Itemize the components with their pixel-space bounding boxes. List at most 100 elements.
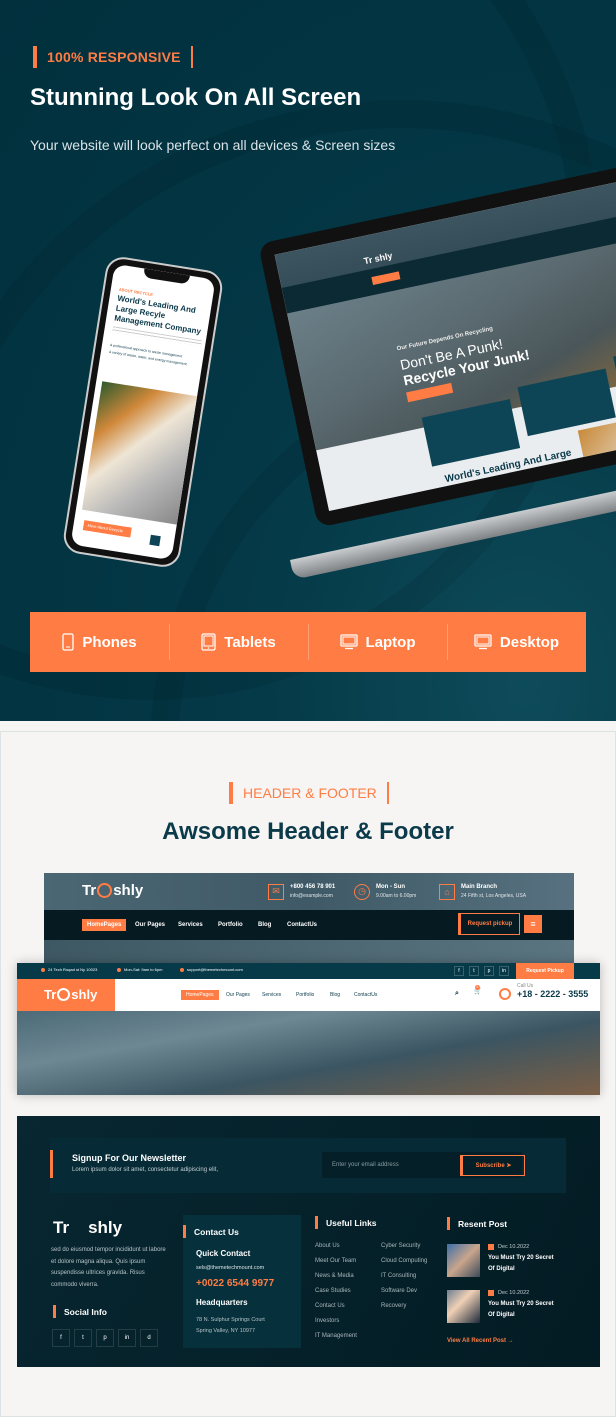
footer-link[interactable]: Cyber Security <box>381 1243 420 1249</box>
recent-post[interactable]: Dec 10.2022 You Must Try 20 Secret Of Di… <box>447 1290 556 1323</box>
newsletter-title: Signup For Our Newsletter <box>72 1153 187 1163</box>
nav-our-pages[interactable]: Our Pages <box>135 922 165 928</box>
hero-title: Stunning Look On All Screen <box>30 84 362 111</box>
mail-icon: ✉ <box>268 883 284 900</box>
nav-contactus[interactable]: ContactUs <box>354 992 377 998</box>
facebook-icon[interactable]: f <box>454 966 464 976</box>
date-text: Dec 10.2022 <box>498 1244 530 1250</box>
subscribe-button[interactable]: Subscribe ➤ <box>460 1155 525 1176</box>
tagline-text: 100% RESPONSIVE <box>47 49 181 65</box>
phone-call-icon <box>499 988 511 1000</box>
device-tablets[interactable]: Tablets <box>169 612 308 672</box>
recent-post[interactable]: Dec 10.2022 You Must Try 20 Secret Of Di… <box>447 1244 556 1277</box>
post-title[interactable]: You Must Try 20 Secret Of Digital <box>488 1253 556 1275</box>
twitter-icon[interactable]: t <box>74 1329 92 1347</box>
facebook-icon[interactable]: f <box>52 1329 70 1347</box>
contact-email[interactable]: sels@themetechmount.com <box>196 1265 264 1271</box>
contact-phone[interactable]: +0022 6544 9977 <box>196 1278 274 1289</box>
nav-contactus[interactable]: ContactUs <box>287 922 317 928</box>
view-all-posts-link[interactable]: View All Recent Post → <box>447 1338 514 1344</box>
phone-photo <box>81 381 198 525</box>
recycle-icon <box>97 883 113 898</box>
device-phones[interactable]: Phones <box>30 612 169 672</box>
device-desktop[interactable]: Desktop <box>447 612 586 672</box>
hamburger-menu-icon[interactable]: ≡ <box>524 915 542 933</box>
headquarters-address: 78 N. Sulphur Springs Court Spring Valley… <box>196 1315 265 1337</box>
address-line: 78 N. Sulphur Springs Court <box>196 1317 265 1323</box>
calendar-icon <box>488 1290 494 1296</box>
newsletter-desc: Lorem ipsum dolor sit amet, consectetur … <box>72 1167 219 1173</box>
accent-bar <box>229 782 233 804</box>
map-icon: ⌂ <box>439 883 455 900</box>
useful-links-heading: Useful Links <box>315 1216 377 1229</box>
twitter-icon[interactable]: t <box>469 966 479 976</box>
location-icon <box>41 967 45 972</box>
device-laptop[interactable]: Laptop <box>308 612 447 672</box>
pinterest-icon[interactable]: p <box>484 966 494 976</box>
section2-title: Awsome Header & Footer <box>162 818 454 845</box>
header1-info-contact: ✉ +800 456 78 901 info@example.com <box>268 883 335 900</box>
request-pickup-button[interactable]: Request pickup <box>458 913 520 935</box>
footer-link[interactable]: Recovery <box>381 1303 406 1309</box>
footer-link[interactable]: Case Studies <box>315 1288 351 1294</box>
date-text: Dec 10.2022 <box>498 1290 530 1296</box>
nav-blog[interactable]: Blog <box>330 992 340 998</box>
footer-link[interactable]: Meet Our Team <box>315 1258 356 1264</box>
nav-portfolio[interactable]: Portfolio <box>218 922 243 928</box>
info-line1: Mon - Sun <box>376 884 405 890</box>
nav-portfolio[interactable]: Portfolio <box>296 992 314 998</box>
info-line2: 9.00am to 6.00pm <box>376 893 417 899</box>
phone-icon <box>62 633 75 651</box>
footer-link[interactable]: Software Dev <box>381 1288 417 1294</box>
footer-link[interactable]: Cloud Computing <box>381 1258 427 1264</box>
footer-link[interactable]: Contact Us <box>315 1303 345 1309</box>
accent-bar <box>190 46 193 68</box>
nav-homepages[interactable]: HomePages <box>181 990 219 1000</box>
clock-icon <box>117 967 121 972</box>
heading-text: Useful Links <box>326 1217 377 1228</box>
footer-link[interactable]: News & Media <box>315 1273 354 1279</box>
header2-logo[interactable]: Tr shly <box>44 987 97 1002</box>
heading-text: Resent Post <box>458 1218 508 1229</box>
search-icon[interactable]: ⌕ <box>455 990 459 998</box>
footer-link[interactable]: IT Consulting <box>381 1273 416 1279</box>
nav-our-pages[interactable]: Our Pages <box>226 992 250 998</box>
pinterest-icon[interactable]: p <box>96 1329 114 1347</box>
accent-bar <box>447 1217 450 1230</box>
send-icon: ➤ <box>506 1163 512 1169</box>
logo-text: Tr <box>82 882 97 899</box>
footer-link[interactable]: About Us <box>315 1243 340 1249</box>
laptop-icon <box>339 634 358 650</box>
call-number[interactable]: +18 - 2222 - 3555 <box>517 989 588 999</box>
header2-topbar <box>17 963 600 979</box>
logo-text: shly <box>113 882 144 899</box>
footer-logo[interactable]: Tr shly <box>53 1218 122 1238</box>
topbar-text: Mon-Sat: 9am to 6pm <box>124 967 163 972</box>
nav-services[interactable]: Services <box>262 992 281 998</box>
linkedin-icon[interactable]: in <box>118 1329 136 1347</box>
device-strip: Phones Tablets Laptop Desktop <box>30 612 586 672</box>
footer-link[interactable]: Investors <box>315 1318 339 1324</box>
logo-text: Tr <box>53 1218 70 1237</box>
hero-tagline: 100% RESPONSIVE <box>33 46 193 68</box>
recent-post-heading: Resent Post <box>447 1217 507 1230</box>
mail-icon <box>180 967 184 972</box>
nav-homepages[interactable]: HomePages <box>82 919 127 931</box>
info-line2: 24 Fifth st, Los Angeles, USA <box>461 893 527 899</box>
topbar-email: support@themetechmount.com <box>180 967 243 972</box>
recycle-icon <box>57 988 71 1001</box>
linkedin-icon[interactable]: in <box>499 966 509 976</box>
dribbble-icon[interactable]: d <box>140 1329 158 1347</box>
device-label: Tablets <box>224 633 276 651</box>
nav-blog[interactable]: Blog <box>258 922 271 928</box>
quick-contact-label: Quick Contact <box>196 1249 251 1258</box>
nav-services[interactable]: Services <box>178 922 203 928</box>
header1-logo[interactable]: Tr shly <box>82 882 143 899</box>
section2-tagline: HEADER & FOOTER <box>229 782 389 804</box>
phone-cta: More About Recycle <box>82 520 132 538</box>
post-title[interactable]: You Must Try 20 Secret Of Digital <box>488 1299 556 1321</box>
heading-text: Social Info <box>64 1306 107 1317</box>
request-pickup-button[interactable]: Request Pickup <box>516 963 574 979</box>
header2-call: Call Us +18 - 2222 - 3555 <box>517 983 588 999</box>
footer-link[interactable]: IT Management <box>315 1333 357 1339</box>
